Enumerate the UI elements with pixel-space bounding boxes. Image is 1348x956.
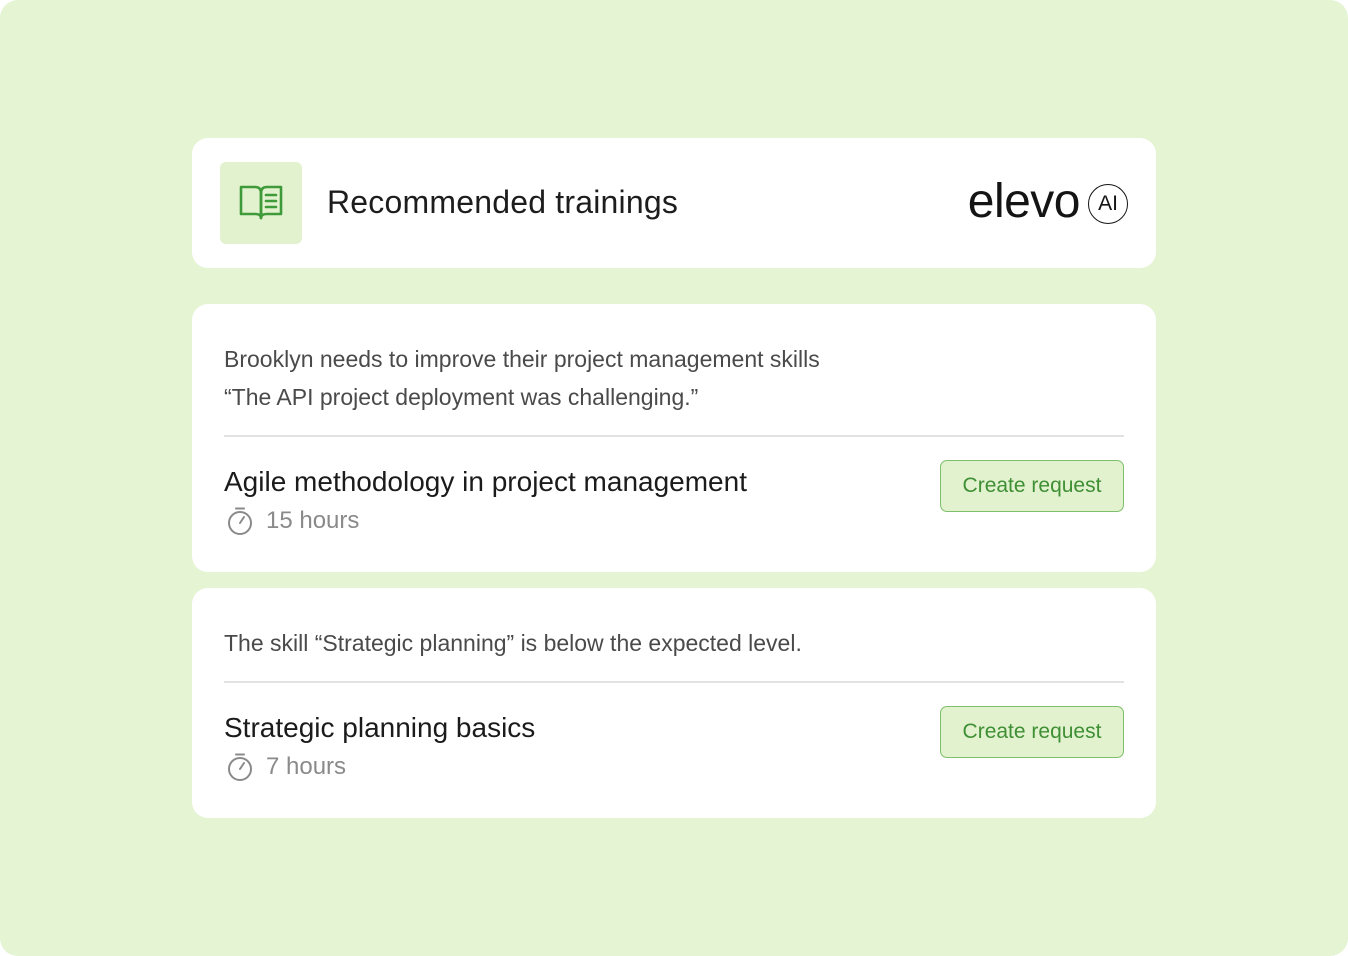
brand-wordmark: elevo (967, 175, 1081, 228)
brand-logo: elevo AI (968, 176, 1128, 228)
header-card: Recommended trainings elevo AI (192, 138, 1156, 268)
course-duration: 15 hours (226, 506, 359, 536)
open-book-icon (239, 185, 283, 220)
divider (224, 681, 1124, 683)
recommendation-card: Brooklyn needs to improve their project … (192, 304, 1156, 572)
create-request-button[interactable]: Create request (940, 706, 1124, 758)
duration-text: 15 hours (266, 507, 360, 534)
reason-line: The skill “Strategic planning” is below … (224, 630, 802, 656)
page-background: Recommended trainings elevo AI Brooklyn … (0, 0, 1348, 956)
course-title: Strategic planning basics (224, 712, 536, 743)
divider (224, 435, 1124, 437)
create-request-button[interactable]: Create request (940, 460, 1124, 512)
reason-quote: “The API project deployment was challeng… (224, 384, 699, 410)
course-title: Agile methodology in project management (224, 466, 747, 497)
ai-badge: AI (1088, 184, 1128, 224)
recommendation-reason: The skill “Strategic planning” is below … (224, 624, 802, 662)
course-duration: 7 hours (226, 752, 346, 782)
duration-text: 7 hours (266, 753, 347, 780)
stopwatch-icon (226, 752, 254, 782)
recommendation-card: The skill “Strategic planning” is below … (192, 588, 1156, 818)
stopwatch-icon (226, 506, 254, 536)
page-title: Recommended trainings (327, 184, 679, 220)
reason-line: Brooklyn needs to improve their project … (224, 346, 820, 372)
recommendation-reason: Brooklyn needs to improve their project … (224, 340, 820, 416)
book-icon-tile (220, 162, 302, 244)
